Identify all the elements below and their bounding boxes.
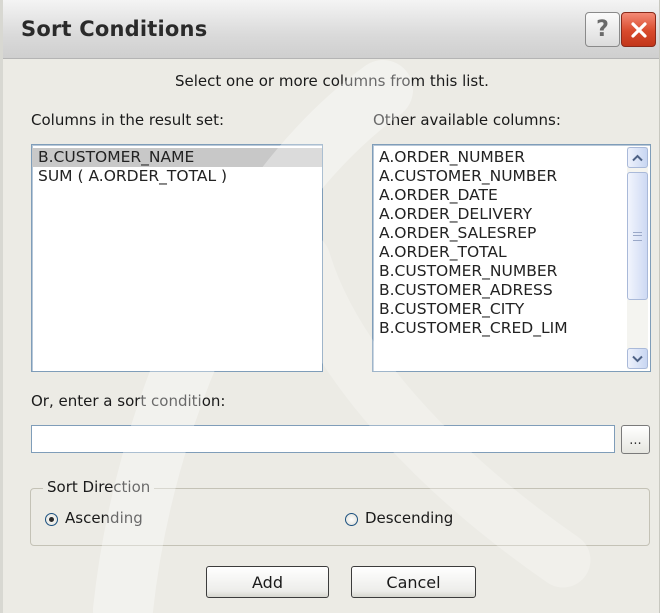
title-bar[interactable]: Sort Conditions ? bbox=[3, 0, 659, 59]
sort-conditions-dialog: Sort Conditions ? Select one or more col… bbox=[0, 0, 660, 613]
ascending-radio[interactable] bbox=[45, 513, 58, 526]
chevron-up-icon bbox=[632, 154, 643, 161]
available-column-item[interactable]: B.CUSTOMER_CRED_LIM bbox=[373, 319, 621, 338]
available-column-item[interactable]: A.ORDER_DELIVERY bbox=[373, 205, 621, 224]
descending-radio[interactable] bbox=[345, 513, 358, 526]
close-button[interactable] bbox=[621, 12, 656, 47]
scroll-thumb[interactable] bbox=[627, 172, 648, 300]
close-icon bbox=[630, 21, 647, 38]
result-set-item[interactable]: SUM ( A.ORDER_TOTAL ) bbox=[32, 167, 322, 186]
chevron-down-icon bbox=[632, 355, 643, 362]
sort-condition-label: Or, enter a sort condition: bbox=[31, 392, 226, 410]
help-icon: ? bbox=[596, 17, 609, 42]
radio-selected-dot bbox=[49, 517, 54, 522]
scroll-down-button[interactable] bbox=[627, 348, 648, 369]
ascending-label: Ascending bbox=[65, 509, 143, 527]
sort-direction-legend: Sort Direction bbox=[43, 478, 155, 496]
available-column-item[interactable]: A.ORDER_SALESREP bbox=[373, 224, 621, 243]
result-set-label: Columns in the result set: bbox=[31, 111, 225, 129]
descending-option[interactable]: Descending bbox=[345, 509, 505, 529]
available-column-item[interactable]: A.ORDER_NUMBER bbox=[373, 148, 621, 167]
window-title: Sort Conditions bbox=[21, 17, 208, 41]
available-column-item[interactable]: A.CUSTOMER_NUMBER bbox=[373, 167, 621, 186]
sort-direction-group: Sort Direction Ascending Descending bbox=[30, 478, 650, 546]
scroll-up-button[interactable] bbox=[627, 147, 648, 168]
available-column-item[interactable]: A.ORDER_DATE bbox=[373, 186, 621, 205]
browse-button[interactable]: ... bbox=[621, 425, 650, 454]
instructions-text: Select one or more columns from this lis… bbox=[175, 72, 489, 90]
available-columns-label: Other available columns: bbox=[373, 111, 561, 129]
available-columns-scrollbar[interactable] bbox=[627, 147, 648, 369]
ascending-option[interactable]: Ascending bbox=[45, 509, 205, 529]
grip-icon bbox=[633, 231, 642, 241]
available-column-item[interactable]: A.ORDER_TOTAL bbox=[373, 243, 621, 262]
descending-label: Descending bbox=[365, 509, 454, 527]
cancel-button[interactable]: Cancel bbox=[351, 566, 476, 598]
available-column-item[interactable]: B.CUSTOMER_CITY bbox=[373, 300, 621, 319]
result-set-item[interactable]: B.CUSTOMER_NAME bbox=[32, 148, 322, 167]
help-button[interactable]: ? bbox=[585, 12, 620, 47]
sort-condition-input[interactable] bbox=[31, 425, 615, 453]
result-set-list[interactable]: B.CUSTOMER_NAME SUM ( A.ORDER_TOTAL ) bbox=[31, 144, 323, 372]
available-column-item[interactable]: B.CUSTOMER_NUMBER bbox=[373, 262, 621, 281]
available-columns-list[interactable]: A.ORDER_NUMBER A.CUSTOMER_NUMBER A.ORDER… bbox=[372, 144, 651, 372]
available-column-item[interactable]: B.CUSTOMER_ADRESS bbox=[373, 281, 621, 300]
add-button[interactable]: Add bbox=[206, 566, 329, 598]
